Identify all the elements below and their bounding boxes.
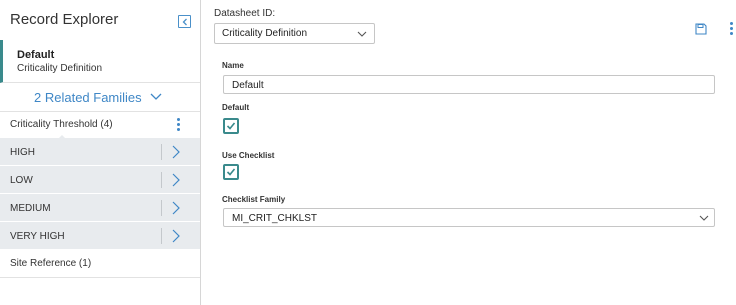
record-explorer-panel: Record Explorer Default Criticality Defi… <box>0 0 201 305</box>
checklist-family-value: MI_CRIT_CHKLST <box>232 213 318 224</box>
default-checkbox[interactable] <box>223 118 239 134</box>
divider <box>161 144 162 160</box>
list-item-label: HIGH <box>10 147 35 158</box>
list-item[interactable]: VERY HIGH <box>0 222 200 250</box>
related-families-label: 2 Related Families <box>34 90 142 105</box>
selected-record[interactable]: Default Criticality Definition <box>0 40 200 83</box>
datasheet-id-label: Datasheet ID: <box>214 8 276 19</box>
record-explorer-title: Record Explorer <box>10 11 119 28</box>
chevron-right-icon[interactable] <box>172 145 180 159</box>
checklist-family-field-label: Checklist Family <box>222 195 286 204</box>
family-row-criticality-threshold[interactable]: Criticality Threshold (4) <box>0 112 200 141</box>
collapse-panel-icon[interactable] <box>178 15 191 28</box>
datasheet-selected-value: Criticality Definition <box>222 28 308 39</box>
list-item-label: VERY HIGH <box>10 231 65 242</box>
name-field-label: Name <box>222 61 244 70</box>
chevron-right-icon[interactable] <box>172 173 180 187</box>
divider <box>161 172 162 188</box>
use-checklist-checkbox[interactable] <box>223 164 239 180</box>
chevron-down-icon <box>150 93 162 100</box>
kebab-menu-icon[interactable] <box>177 118 181 132</box>
list-item[interactable]: LOW <box>0 166 200 194</box>
family-label: Site Reference (1) <box>10 258 92 269</box>
selected-record-family: Criticality Definition <box>17 63 103 74</box>
divider <box>161 200 162 216</box>
name-field[interactable]: Default <box>223 75 715 94</box>
record-explorer-header: Record Explorer <box>0 0 200 40</box>
related-families-toggle[interactable]: 2 Related Families <box>0 84 200 112</box>
divider <box>161 228 162 244</box>
list-item-label: LOW <box>10 175 33 186</box>
kebab-menu-icon[interactable] <box>730 22 734 36</box>
datasheet-select[interactable]: Criticality Definition <box>214 23 375 44</box>
use-checklist-field-label: Use Checklist <box>222 151 275 160</box>
chevron-right-icon[interactable] <box>172 201 180 215</box>
list-item[interactable]: HIGH <box>0 138 200 166</box>
save-icon[interactable] <box>695 23 707 35</box>
family-label: Criticality Threshold (4) <box>10 119 113 130</box>
datasheet-panel: Datasheet ID: Criticality Definition Nam… <box>202 0 736 305</box>
chevron-down-icon <box>357 31 367 37</box>
record-list: HIGH LOW MEDIUM VERY HIGH <box>0 138 200 250</box>
chevron-right-icon[interactable] <box>172 229 180 243</box>
family-row-site-reference[interactable]: Site Reference (1) <box>0 250 200 278</box>
checklist-family-select[interactable]: MI_CRIT_CHKLST <box>223 208 715 227</box>
list-item[interactable]: MEDIUM <box>0 194 200 222</box>
list-item-label: MEDIUM <box>10 203 51 214</box>
chevron-down-icon <box>699 215 709 221</box>
default-field-label: Default <box>222 103 250 112</box>
selected-record-name: Default <box>17 49 55 61</box>
